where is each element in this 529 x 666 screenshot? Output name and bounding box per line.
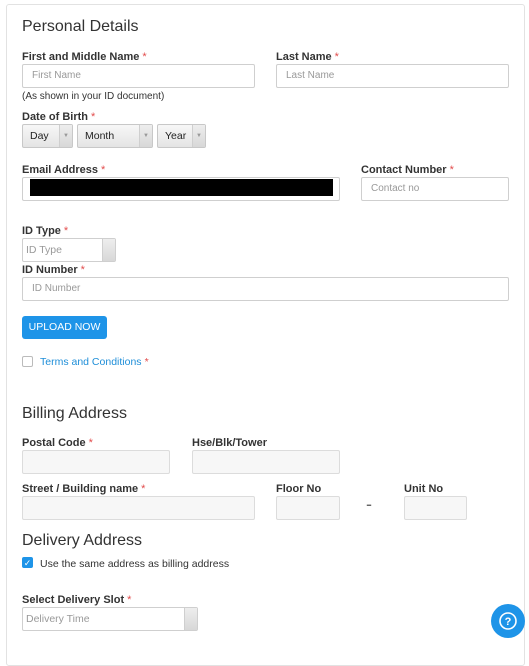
last-name-input[interactable]: Last Name bbox=[276, 64, 509, 88]
billing-address-title: Billing Address bbox=[22, 405, 127, 422]
floor-input[interactable] bbox=[276, 496, 340, 520]
chevron-down-icon: ▼ bbox=[59, 125, 72, 147]
id-number-input[interactable]: ID Number bbox=[22, 277, 509, 301]
floor-unit-dash: - bbox=[366, 494, 372, 514]
id-number-label: ID Number * bbox=[22, 264, 85, 276]
upload-now-button[interactable]: UPLOAD NOW bbox=[22, 316, 107, 339]
dob-month-select[interactable]: Month ▼ bbox=[77, 124, 153, 148]
postal-code-label: Postal Code * bbox=[22, 437, 93, 449]
chevron-down-icon: ▼ bbox=[139, 125, 152, 147]
id-type-select[interactable]: ID Type bbox=[22, 238, 116, 262]
contact-label: Contact Number * bbox=[361, 164, 454, 176]
contact-input[interactable]: Contact no bbox=[361, 177, 509, 201]
chevron-down-icon: ▼ bbox=[192, 125, 205, 147]
floor-label: Floor No bbox=[276, 483, 322, 495]
first-name-label: First and Middle Name * bbox=[22, 51, 147, 63]
postal-code-input[interactable] bbox=[22, 450, 170, 474]
dob-label: Date of Birth * bbox=[22, 111, 96, 123]
personal-details-title: Personal Details bbox=[22, 18, 139, 35]
id-type-label: ID Type * bbox=[22, 225, 69, 237]
street-label: Street / Building name * bbox=[22, 483, 146, 495]
delivery-slot-label: Select Delivery Slot * bbox=[22, 594, 132, 606]
select-handle bbox=[184, 608, 197, 630]
street-input[interactable] bbox=[22, 496, 255, 520]
first-name-input[interactable]: First Name bbox=[22, 64, 255, 88]
id-note: (As shown in your ID document) bbox=[22, 91, 165, 102]
check-icon: ✓ bbox=[23, 558, 32, 568]
same-address-label: Use the same address as billing address bbox=[40, 558, 230, 570]
dob-year-select[interactable]: Year ▼ bbox=[157, 124, 206, 148]
email-label: Email Address * bbox=[22, 164, 106, 176]
help-button[interactable]: ? bbox=[491, 604, 525, 638]
last-name-label: Last Name * bbox=[276, 51, 339, 63]
svg-text:?: ? bbox=[505, 616, 512, 628]
hse-input[interactable] bbox=[192, 450, 340, 474]
dob-day-select[interactable]: Day ▼ bbox=[22, 124, 73, 148]
hse-label: Hse/Blk/Tower bbox=[192, 437, 267, 449]
delivery-address-title: Delivery Address bbox=[22, 532, 143, 549]
same-address-checkbox[interactable]: ✓ bbox=[22, 557, 33, 568]
redacted-email bbox=[30, 179, 333, 196]
terms-label: Terms and Conditions * bbox=[40, 356, 149, 368]
delivery-slot-select[interactable]: Delivery Time bbox=[22, 607, 198, 631]
question-icon: ? bbox=[499, 612, 517, 630]
unit-input[interactable] bbox=[404, 496, 467, 520]
unit-label: Unit No bbox=[404, 483, 444, 495]
terms-link[interactable]: Terms and Conditions bbox=[40, 356, 142, 368]
terms-checkbox[interactable] bbox=[22, 356, 33, 367]
select-handle bbox=[102, 239, 115, 261]
